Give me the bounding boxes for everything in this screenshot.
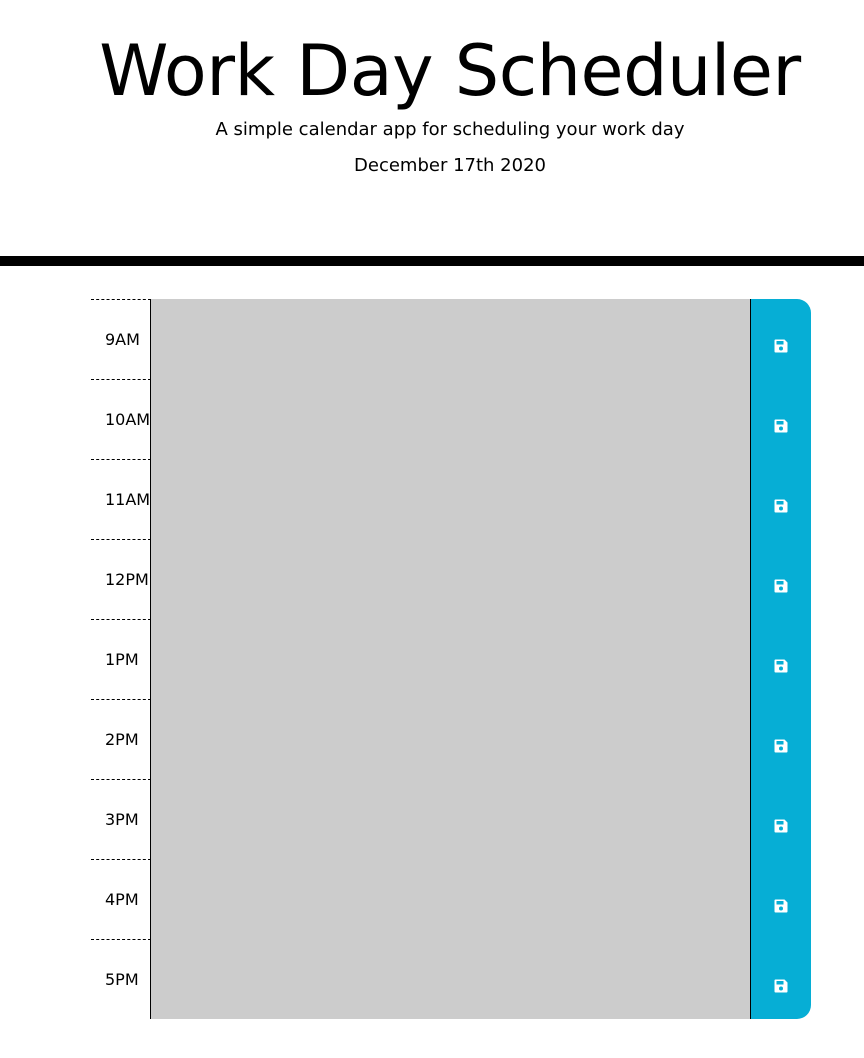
time-block: 1PM [91, 619, 811, 699]
save-button[interactable] [751, 379, 811, 459]
save-icon [774, 899, 788, 913]
save-button[interactable] [751, 459, 811, 539]
save-icon [774, 659, 788, 673]
save-icon [774, 819, 788, 833]
save-icon [774, 499, 788, 513]
page-subtitle: A simple calendar app for scheduling you… [215, 119, 685, 140]
save-button[interactable] [751, 779, 811, 859]
save-button[interactable] [751, 859, 811, 939]
save-button[interactable] [751, 539, 811, 619]
save-icon [774, 579, 788, 593]
current-day: December 17th 2020 [354, 155, 546, 176]
hour-label: 5PM [91, 939, 151, 1019]
save-icon [774, 979, 788, 993]
save-button[interactable] [751, 299, 811, 379]
time-block: 10AM [91, 379, 811, 459]
time-block: 9AM [91, 299, 811, 379]
page-header: Work Day Scheduler A simple calendar app… [0, 0, 864, 266]
time-block: 3PM [91, 779, 811, 859]
hour-label: 4PM [91, 859, 151, 939]
time-block: 11AM [91, 459, 811, 539]
save-button[interactable] [751, 619, 811, 699]
hour-label: 10AM [91, 379, 151, 459]
hour-label: 3PM [91, 779, 151, 859]
event-description-input[interactable] [151, 539, 751, 619]
time-block: 5PM [91, 939, 811, 1019]
event-description-input[interactable] [151, 379, 751, 459]
save-icon [774, 339, 788, 353]
header-divider [0, 256, 864, 266]
event-description-input[interactable] [151, 939, 751, 1019]
event-description-input[interactable] [151, 859, 751, 939]
event-description-input[interactable] [151, 459, 751, 539]
save-icon [774, 419, 788, 433]
hour-label: 9AM [91, 299, 151, 379]
hour-label: 2PM [91, 699, 151, 779]
event-description-input[interactable] [151, 779, 751, 859]
time-block: 4PM [91, 859, 811, 939]
save-button[interactable] [751, 699, 811, 779]
event-description-input[interactable] [151, 619, 751, 699]
time-block: 12PM [91, 539, 811, 619]
event-description-input[interactable] [151, 299, 751, 379]
hour-label: 12PM [91, 539, 151, 619]
save-icon [774, 739, 788, 753]
schedule-container: 9AM 10AM 11AM 12PM 1PM 2PM 3PM 4PM 5PM [91, 299, 811, 1019]
event-description-input[interactable] [151, 699, 751, 779]
hour-label: 1PM [91, 619, 151, 699]
hour-label: 11AM [91, 459, 151, 539]
save-button[interactable] [751, 939, 811, 1019]
page-title: Work Day Scheduler [99, 30, 801, 112]
time-block: 2PM [91, 699, 811, 779]
